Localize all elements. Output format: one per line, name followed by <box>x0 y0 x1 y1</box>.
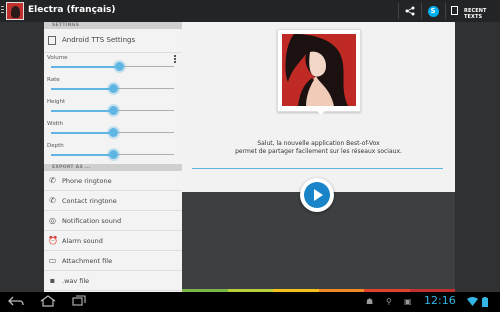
share-button[interactable] <box>400 2 420 20</box>
voice-avatar <box>277 29 361 115</box>
slider-label: Width <box>47 121 63 127</box>
export-item-0[interactable]: ✆ Phone ringtone <box>44 171 182 191</box>
avatar-pointer <box>316 110 326 115</box>
avatar-image <box>282 34 356 106</box>
message-line-2: permet de partager facilement sur les ré… <box>235 148 402 155</box>
settings-panel: SETTINGS Android TTS Settings Volume Rate… <box>44 22 182 292</box>
drawer-indicator-icon[interactable] <box>1 6 5 16</box>
slider-label: Depth <box>47 143 64 149</box>
export-item-2[interactable]: ◎ Notification sound <box>44 211 182 231</box>
usb-icon: ⚲ <box>386 297 392 306</box>
divider <box>421 3 422 19</box>
text-input-underline[interactable] <box>192 168 443 169</box>
home-icon[interactable] <box>40 295 56 312</box>
slider-track[interactable] <box>51 150 174 159</box>
globe-icon: ◎ <box>49 216 56 225</box>
recent-texts-label: RECENT TEXTS <box>464 8 487 20</box>
tts-settings-icon <box>48 36 56 45</box>
back-icon[interactable] <box>8 295 24 312</box>
play-button-inner <box>304 182 330 208</box>
slider-3: Width <box>44 119 182 141</box>
attachment-icon: ▭ <box>48 256 57 265</box>
phone-icon: ✆ <box>49 176 56 185</box>
slider-1: Rate <box>44 75 182 97</box>
export-item-label: Contact ringtone <box>62 197 117 205</box>
slider-track[interactable] <box>51 62 174 71</box>
slider-label: Rate <box>47 77 60 83</box>
slider-track[interactable] <box>51 106 174 115</box>
settings-header: SETTINGS <box>44 22 182 29</box>
recent-apps-icon[interactable] <box>72 295 86 312</box>
slider-thumb[interactable] <box>108 128 118 137</box>
slider-thumb[interactable] <box>114 62 124 71</box>
export-item-5[interactable]: ▪ .wav file <box>44 271 182 291</box>
slider-label: Volume <box>47 55 68 61</box>
disk-icon: ▪ <box>49 276 56 285</box>
play-button[interactable] <box>300 178 334 212</box>
document-icon <box>451 6 458 15</box>
message-line-1: Salut, la nouvelle application Best-of-V… <box>257 140 380 147</box>
slider-fill <box>51 109 113 112</box>
recent-texts-button[interactable]: RECENT TEXTS <box>447 2 500 20</box>
system-nav-bar: ☗ ⚲ ▣ 12:16 <box>0 292 500 312</box>
sd-card-icon: ▣ <box>404 297 412 306</box>
clock[interactable]: 12:16 <box>424 294 456 307</box>
slider-thumb[interactable] <box>108 150 118 159</box>
export-header: EXPORT AS ... <box>44 164 182 171</box>
app-icon[interactable] <box>6 2 24 20</box>
wifi-icon <box>467 297 478 308</box>
battery-icon <box>482 297 488 309</box>
export-item-3[interactable]: ⏰ Alarm sound <box>44 231 182 251</box>
share-icon <box>405 6 415 16</box>
slider-fill <box>51 153 113 156</box>
slider-label: Height <box>47 99 66 105</box>
slider-track[interactable] <box>51 84 174 93</box>
screen: Electra (français) S RECENT TEXTS SETTIN… <box>0 0 500 312</box>
android-debug-icon: ☗ <box>366 297 374 306</box>
app-title: Electra (français) <box>28 5 116 15</box>
alarm-clock-icon: ⏰ <box>48 236 58 245</box>
text-card: Salut, la nouvelle application Best-of-V… <box>182 22 455 192</box>
divider <box>445 3 446 19</box>
divider <box>398 3 399 19</box>
slider-4: Depth <box>44 141 182 163</box>
slider-2: Height <box>44 97 182 119</box>
slider-track[interactable] <box>51 128 174 137</box>
slider-0: Volume <box>44 53 182 75</box>
tts-settings-label: Android TTS Settings <box>62 36 136 44</box>
slider-fill <box>51 65 119 68</box>
overflow-menu-icon[interactable] <box>174 55 176 64</box>
export-item-1[interactable]: ✆ Contact ringtone <box>44 191 182 211</box>
export-item-label: Phone ringtone <box>62 177 112 185</box>
export-item-label: Attachment file <box>62 257 113 265</box>
android-tts-settings-button[interactable]: Android TTS Settings <box>44 29 182 53</box>
export-item-label: Notification sound <box>62 217 122 225</box>
slider-thumb[interactable] <box>108 106 118 115</box>
export-item-label: .wav file <box>62 277 90 285</box>
export-item-4[interactable]: ▭ Attachment file <box>44 251 182 271</box>
skype-button[interactable]: S <box>424 2 442 20</box>
slider-fill <box>51 131 113 134</box>
skype-icon: S <box>427 6 439 17</box>
slider-fill <box>51 87 113 90</box>
play-icon <box>314 189 323 201</box>
action-bar: Electra (français) S RECENT TEXTS <box>0 0 500 22</box>
phone-contact-icon: ✆ <box>49 196 56 205</box>
slider-thumb[interactable] <box>108 84 118 93</box>
export-item-label: Alarm sound <box>62 237 103 245</box>
